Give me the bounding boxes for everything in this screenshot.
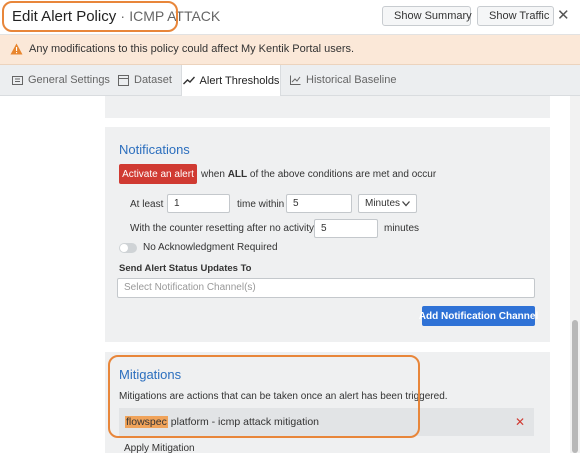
mitigation-name: platform - icmp attack mitigation — [170, 416, 319, 428]
modal-title: Edit Alert Policy · ICMP ATTACK — [12, 8, 220, 25]
tab-label: General Settings — [28, 74, 110, 86]
warning-text: Any modifications to this policy could a… — [29, 43, 355, 55]
no-ack-label: No Acknowledgment Required — [143, 242, 278, 253]
time-within-input[interactable]: 5 — [286, 194, 352, 213]
activate-alert-button[interactable]: Activate an alert — [119, 164, 197, 184]
at-least-label: At least — [130, 199, 164, 210]
when-prefix: when — [201, 169, 225, 180]
tab-general-settings[interactable]: General Settings — [12, 65, 110, 95]
tab-label: Alert Thresholds — [199, 74, 280, 87]
tab-dataset[interactable]: Dataset — [118, 65, 172, 95]
notification-channel-select[interactable]: Select Notification Channel(s) — [117, 278, 535, 298]
dataset-icon — [118, 74, 129, 86]
tab-bar: General Settings Dataset Alert Threshold… — [0, 65, 580, 96]
apply-mitigation-label: Apply Mitigation — [124, 443, 195, 454]
show-summary-button[interactable]: Show Summary — [382, 6, 472, 26]
page-title: Edit Alert Policy — [12, 8, 117, 25]
remove-mitigation-icon[interactable]: ✕ — [515, 415, 525, 429]
reset-label: With the counter resetting after no acti… — [130, 223, 329, 234]
title-separator: · — [120, 8, 126, 24]
show-traffic-label: Show Traffic — [489, 10, 550, 22]
close-icon[interactable]: ✕ — [557, 8, 570, 24]
scrollbar-thumb[interactable] — [572, 320, 578, 453]
modal-header: Edit Alert Policy · ICMP ATTACK Show Sum… — [0, 0, 580, 35]
show-traffic-button[interactable]: Show Traffic — [477, 6, 554, 26]
chart-icon — [290, 75, 301, 85]
time-unit-select[interactable]: Minutes — [358, 194, 417, 213]
tab-label: Dataset — [134, 74, 172, 86]
show-summary-label: Show Summary — [394, 10, 472, 22]
notifications-title: Notifications — [119, 142, 190, 157]
tab-label: Historical Baseline — [306, 74, 397, 86]
mitigations-description: Mitigations are actions that can be take… — [119, 391, 448, 402]
reset-unit-label: minutes — [384, 223, 420, 234]
time-unit-value: Minutes — [365, 198, 401, 209]
warning-banner: Any modifications to this policy could a… — [0, 35, 580, 65]
tab-historical-baseline[interactable]: Historical Baseline — [290, 65, 396, 95]
at-least-input[interactable]: 1 — [167, 194, 230, 213]
mitigation-item[interactable]: flowspec platform - icmp attack mitigati… — [119, 408, 534, 436]
when-suffix: of the above conditions are met and occu… — [249, 169, 437, 180]
mitigations-title: Mitigations — [119, 367, 182, 382]
add-notification-channel-button[interactable]: Add Notification Channel — [419, 306, 538, 326]
chevron-down-icon — [402, 201, 410, 207]
tab-alert-thresholds[interactable]: Alert Thresholds — [181, 65, 281, 96]
warning-icon — [10, 43, 23, 55]
activate-condition-text: when ALL of the above conditions are met… — [201, 169, 436, 180]
policy-name: ICMP ATTACK — [129, 8, 221, 24]
trend-icon — [182, 76, 195, 85]
previous-section-panel — [105, 96, 550, 118]
no-ack-toggle[interactable] — [119, 243, 137, 253]
mitigation-type: flowspec — [125, 416, 168, 428]
reset-input[interactable]: 5 — [314, 219, 378, 238]
toggle-knob — [120, 244, 128, 252]
mitigation-item-label: flowspec platform - icmp attack mitigati… — [125, 416, 319, 428]
gear-icon — [12, 75, 23, 85]
send-updates-label: Send Alert Status Updates To — [119, 263, 252, 274]
time-within-label: time within — [237, 199, 285, 210]
when-all: ALL — [227, 169, 248, 180]
